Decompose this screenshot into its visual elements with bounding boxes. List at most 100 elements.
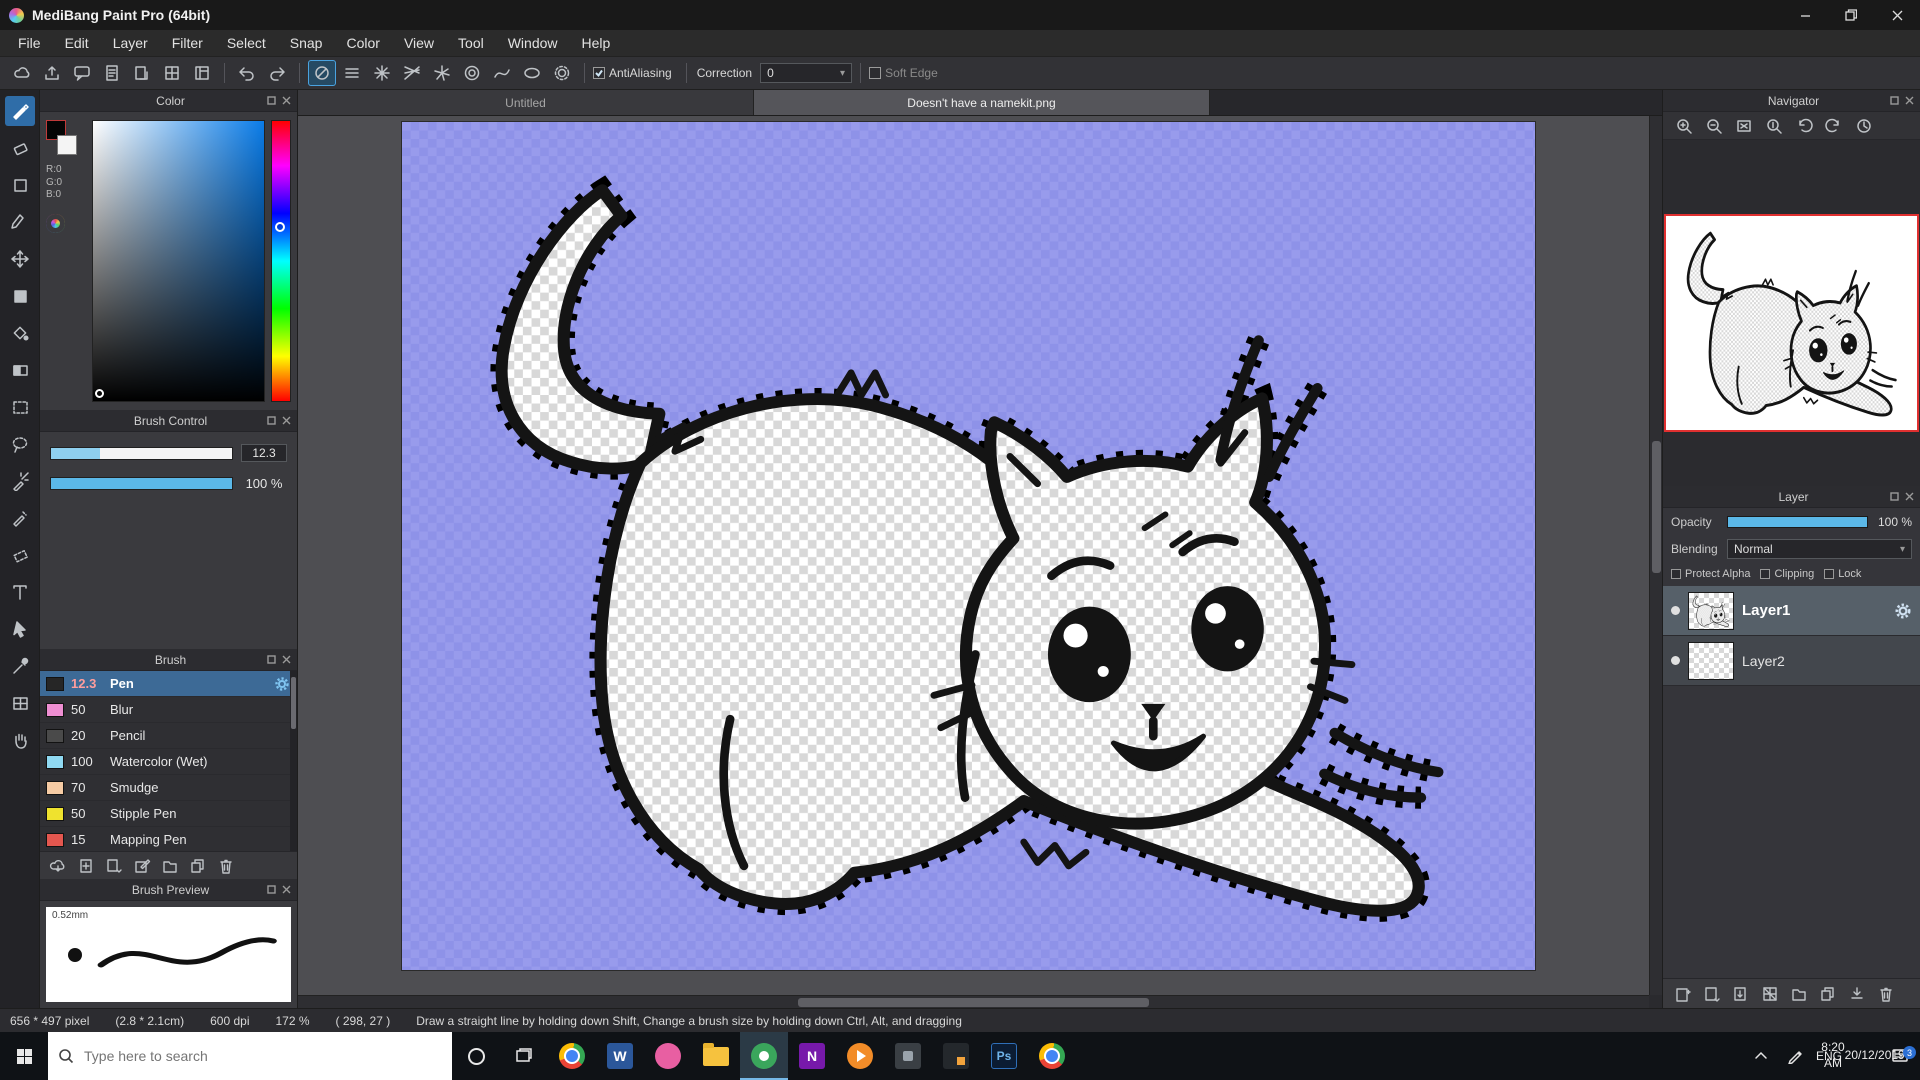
menu-item[interactable]: Edit — [53, 30, 101, 56]
sv-cursor[interactable] — [95, 389, 104, 398]
search-input[interactable] — [82, 1047, 442, 1065]
document-tab[interactable]: Doesn't have a namekit.png — [754, 90, 1210, 115]
cloud-save-icon[interactable] — [8, 60, 36, 86]
close-button[interactable] — [1874, 0, 1920, 30]
menu-item[interactable]: Layer — [101, 30, 160, 56]
protect-alpha-checkbox[interactable]: Protect Alpha — [1671, 568, 1750, 580]
gradient-tool[interactable] — [5, 355, 35, 385]
app-dark-2-icon[interactable] — [932, 1032, 980, 1080]
add-layer-menu-icon[interactable] — [1700, 982, 1724, 1006]
undo-icon[interactable] — [233, 60, 261, 86]
eraser-tool[interactable] — [5, 133, 35, 163]
menu-item[interactable]: View — [392, 30, 446, 56]
close-icon[interactable] — [282, 416, 291, 425]
brush-tool[interactable] — [5, 96, 35, 126]
brush-list-item[interactable]: 50 Blur — [40, 697, 297, 723]
delete-layer-icon[interactable] — [1874, 982, 1898, 1006]
brush-list-item[interactable]: 50 Stipple Pen — [40, 801, 297, 827]
popout-icon[interactable] — [1890, 492, 1899, 501]
rotate-right-icon[interactable] — [1821, 114, 1847, 138]
brush-list-item[interactable]: 20 Pencil — [40, 723, 297, 749]
popout-icon[interactable] — [267, 885, 276, 894]
cortana-button[interactable] — [452, 1032, 500, 1080]
snap-curve-icon[interactable] — [488, 60, 516, 86]
fit-window-icon[interactable] — [1731, 114, 1757, 138]
material-panel-icon[interactable] — [188, 60, 216, 86]
onenote-taskbar-icon[interactable]: N — [788, 1032, 836, 1080]
layer-settings-icon[interactable] — [1894, 602, 1912, 620]
new-page-icon[interactable] — [128, 60, 156, 86]
bucket-tool[interactable] — [5, 318, 35, 348]
tray-expand-icon[interactable] — [1744, 1051, 1778, 1061]
antialiasing-checkbox[interactable] — [593, 67, 605, 79]
brush-list-item[interactable]: 15 Mapping Pen — [40, 827, 297, 851]
select-eraser-tool[interactable] — [5, 540, 35, 570]
page-text-icon[interactable] — [98, 60, 126, 86]
merge-down-icon[interactable] — [1845, 982, 1869, 1006]
chrome-taskbar-icon[interactable] — [548, 1032, 596, 1080]
add-brush-menu-icon[interactable] — [102, 855, 126, 877]
zoom-in-icon[interactable] — [1671, 114, 1697, 138]
material-layer-icon[interactable] — [1758, 982, 1782, 1006]
start-button[interactable] — [0, 1032, 48, 1080]
edit-brush-icon[interactable] — [130, 855, 154, 877]
fill-rect-tool[interactable] — [5, 281, 35, 311]
hand-tool[interactable] — [5, 725, 35, 755]
taskbar-search[interactable] — [48, 1032, 452, 1080]
menu-item[interactable]: Filter — [160, 30, 215, 56]
menu-item[interactable]: Snap — [278, 30, 335, 56]
select-tool[interactable] — [5, 392, 35, 422]
navigator-thumbnail[interactable] — [1664, 214, 1919, 432]
rotate-left-icon[interactable] — [1791, 114, 1817, 138]
background-swatch[interactable] — [57, 135, 77, 155]
text-tool[interactable] — [5, 577, 35, 607]
brush-list-item[interactable]: 12.3 Pen — [40, 671, 297, 697]
document-tab[interactable]: Untitled — [298, 90, 754, 115]
close-icon[interactable] — [1905, 492, 1914, 501]
close-icon[interactable] — [1905, 96, 1914, 105]
lasso-tool[interactable] — [5, 429, 35, 459]
popout-icon[interactable] — [267, 96, 276, 105]
popout-icon[interactable] — [1890, 96, 1899, 105]
menu-item[interactable]: Color — [334, 30, 391, 56]
menu-item[interactable]: Window — [496, 30, 570, 56]
operation-tool[interactable] — [5, 614, 35, 644]
layer-visibility-toggle[interactable] — [1671, 656, 1680, 665]
clock[interactable]: 8:20 AM 20/12/2019 — [1846, 1040, 1880, 1071]
brush-list-scrollbar[interactable] — [290, 671, 297, 851]
close-icon[interactable] — [282, 885, 291, 894]
brush-settings-icon[interactable] — [273, 675, 291, 693]
snap-radial-icon[interactable] — [428, 60, 456, 86]
convert-layer-icon[interactable] — [1729, 982, 1753, 1006]
divide-tool[interactable] — [5, 688, 35, 718]
soft-edge-checkbox[interactable] — [869, 67, 881, 79]
snap-concentric-icon[interactable] — [458, 60, 486, 86]
hue-slider[interactable] — [271, 120, 291, 402]
select-pen-tool[interactable] — [5, 503, 35, 533]
palette-icon[interactable] — [46, 214, 65, 233]
shape-brush-tool[interactable] — [5, 170, 35, 200]
add-layer-icon[interactable] — [1671, 982, 1695, 1006]
brush-opacity-slider[interactable] — [50, 477, 233, 490]
actual-size-icon[interactable] — [1761, 114, 1787, 138]
zoom-out-icon[interactable] — [1701, 114, 1727, 138]
menu-item[interactable]: Tool — [446, 30, 496, 56]
popout-icon[interactable] — [267, 655, 276, 664]
restore-button[interactable] — [1828, 0, 1874, 30]
comic-panel-icon[interactable] — [158, 60, 186, 86]
duplicate-brush-icon[interactable] — [186, 855, 210, 877]
duplicate-layer-icon[interactable] — [1816, 982, 1840, 1006]
horizontal-scroll-thumb[interactable] — [798, 998, 1149, 1007]
layer-row[interactable]: Layer1 — [1663, 586, 1920, 636]
brush-folder-icon[interactable] — [158, 855, 182, 877]
publish-icon[interactable] — [38, 60, 66, 86]
eyedropper-tool[interactable] — [5, 651, 35, 681]
layer-visibility-toggle[interactable] — [1671, 606, 1680, 615]
vertical-scrollbar[interactable] — [1649, 116, 1662, 995]
move-tool[interactable] — [5, 244, 35, 274]
medibang-taskbar-icon[interactable] — [740, 1032, 788, 1080]
menu-item[interactable]: File — [6, 30, 53, 56]
brush-list-item[interactable]: 100 Watercolor (Wet) — [40, 749, 297, 775]
delete-brush-icon[interactable] — [214, 855, 238, 877]
app-dark-icon[interactable] — [884, 1032, 932, 1080]
